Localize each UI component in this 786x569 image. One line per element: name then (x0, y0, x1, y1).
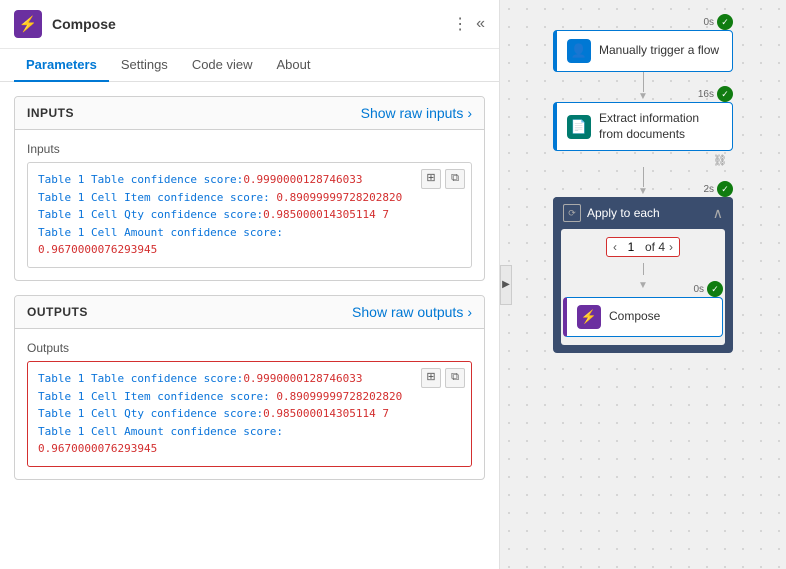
trigger-icon: 👤 (567, 39, 591, 63)
trigger-check: ✓ (717, 14, 733, 30)
right-panel: ▶ 0s ✓ 👤 Manually trigger a flow ▼ 16s ✓… (500, 0, 786, 569)
outputs-table-icon[interactable]: ⊞ (421, 368, 441, 388)
inputs-body: Inputs ⊞ ⧉ Table 1 Table confidence scor… (15, 130, 484, 280)
arrow-down-2: ▼ (638, 187, 648, 197)
compose-timing: 0s ✓ (693, 281, 723, 297)
panel-body: INPUTS Show raw inputs › Inputs ⊞ ⧉ Tabl… (0, 82, 499, 569)
compose-check: ✓ (707, 281, 723, 297)
inputs-code-text: Table 1 Table confidence score:0.9990000… (38, 171, 461, 259)
tab-about[interactable]: About (265, 49, 323, 82)
compose-node-icon: ⚡ (577, 305, 601, 329)
outputs-line-4: Table 1 Cell Amount confidence score: (38, 423, 461, 441)
extract-icon: 📄 (567, 115, 591, 139)
apply-each-title-group: ⟳ Apply to each (563, 204, 660, 222)
apply-each-header: ⟳ Apply to each ∧ (553, 197, 733, 229)
outputs-section: OUTPUTS Show raw outputs › Outputs ⊞ ⧉ T… (14, 295, 485, 480)
tab-settings[interactable]: Settings (109, 49, 180, 82)
pagination-next[interactable]: › (669, 240, 673, 254)
tab-code-view[interactable]: Code view (180, 49, 265, 82)
inputs-content-box: ⊞ ⧉ Table 1 Table confidence score:0.999… (27, 162, 472, 268)
apply-each-label: Apply to each (587, 206, 660, 220)
flow-container: 0s ✓ 👤 Manually trigger a flow ▼ 16s ✓ 📄… (543, 20, 743, 353)
inputs-field-label: Inputs (27, 142, 472, 156)
outputs-content-box: ⊞ ⧉ Table 1 Table confidence score:0.999… (27, 361, 472, 467)
inputs-line-5: 0.9670000076293945 (38, 241, 461, 259)
inputs-section: INPUTS Show raw inputs › Inputs ⊞ ⧉ Tabl… (14, 96, 485, 281)
panel-header: ⚡ Compose ⋮ « (0, 0, 499, 49)
arrow-down-1: ▼ (638, 92, 648, 102)
outputs-code-text: Table 1 Table confidence score:0.9990000… (38, 370, 461, 458)
extract-node: 16s ✓ 📄 Extract information from documen… (553, 102, 733, 151)
apply-each-body: ‹ of 4 › ▼ 0s ✓ ⚡ (561, 229, 725, 345)
outputs-line-2: Table 1 Cell Item confidence score: 0.89… (38, 388, 461, 406)
extract-card[interactable]: 📄 Extract information from documents (553, 102, 733, 151)
show-raw-outputs-link[interactable]: Show raw outputs › (352, 304, 472, 320)
compose-node-label: Compose (609, 309, 712, 325)
inputs-header: INPUTS Show raw inputs › (15, 97, 484, 130)
trigger-card[interactable]: 👤 Manually trigger a flow (553, 30, 733, 72)
apply-each-collapse-button[interactable]: ∧ (713, 205, 723, 222)
trigger-timing: 0s ✓ (703, 14, 733, 30)
apply-each-loop-icon: ⟳ (563, 204, 581, 222)
inputs-line-1: Table 1 Table confidence score:0.9990000… (38, 171, 461, 189)
tab-bar: Parameters Settings Code view About (0, 49, 499, 82)
inner-connector (643, 263, 644, 275)
compose-card[interactable]: ⚡ Compose (563, 297, 723, 337)
collapse-icon[interactable]: « (476, 15, 485, 33)
left-panel: ⚡ Compose ⋮ « Parameters Settings Code v… (0, 0, 500, 569)
menu-icon[interactable]: ⋮ (452, 14, 468, 34)
compose-icon: ⚡ (14, 10, 42, 38)
outputs-line-5: 0.9670000076293945 (38, 440, 461, 458)
pagination-control: ‹ of 4 › (606, 237, 680, 257)
connector-2 (643, 167, 644, 187)
outputs-line-3: Table 1 Cell Qty confidence score:0.9850… (38, 405, 461, 423)
extract-link-icon[interactable]: ⛓ (713, 154, 727, 167)
inputs-table-icon[interactable]: ⊞ (421, 169, 441, 189)
apply-each-container: ⟳ Apply to each ∧ ‹ of 4 › ▼ (553, 197, 733, 353)
outputs-line-1: Table 1 Table confidence score:0.9990000… (38, 370, 461, 388)
apply-each-node: 2s ✓ ⟳ Apply to each ∧ ‹ of 4 (553, 197, 733, 353)
inner-arrow: ▼ (638, 281, 648, 291)
chevron-right-icon: › (467, 105, 472, 121)
header-actions: ⋮ « (452, 14, 485, 34)
outputs-body: Outputs ⊞ ⧉ Table 1 Table confidence sco… (15, 329, 484, 479)
trigger-label: Manually trigger a flow (599, 43, 722, 59)
tab-parameters[interactable]: Parameters (14, 49, 109, 82)
pagination-total: of 4 (645, 240, 665, 254)
inputs-line-4: Table 1 Cell Amount confidence score: (38, 224, 461, 242)
pagination-input[interactable] (621, 240, 641, 254)
inputs-line-3: Table 1 Cell Qty confidence score:0.9850… (38, 206, 461, 224)
outputs-copy-icons: ⊞ ⧉ (421, 368, 465, 388)
inputs-title: INPUTS (27, 106, 74, 120)
inputs-copy-icon[interactable]: ⧉ (445, 169, 465, 189)
outputs-header: OUTPUTS Show raw outputs › (15, 296, 484, 329)
trigger-node: 0s ✓ 👤 Manually trigger a flow (553, 30, 733, 72)
extract-check: ✓ (717, 86, 733, 102)
extract-timing: 16s ✓ (698, 86, 733, 102)
show-raw-inputs-link[interactable]: Show raw inputs › (361, 105, 472, 121)
apply-each-timing: 2s ✓ (703, 181, 733, 197)
compose-inner-node: 0s ✓ ⚡ Compose (563, 297, 723, 337)
chevron-right-icon-outputs: › (467, 304, 472, 320)
collapse-panel-button[interactable]: ▶ (500, 265, 512, 305)
extract-label: Extract information from documents (599, 111, 722, 142)
outputs-field-label: Outputs (27, 341, 472, 355)
outputs-title: OUTPUTS (27, 305, 88, 319)
outputs-copy-icon[interactable]: ⧉ (445, 368, 465, 388)
panel-title: Compose (52, 16, 442, 32)
connector-1 (643, 72, 644, 92)
inputs-copy-icons: ⊞ ⧉ (421, 169, 465, 189)
inputs-line-2: Table 1 Cell Item confidence score: 0.89… (38, 189, 461, 207)
pagination-prev[interactable]: ‹ (613, 240, 617, 254)
apply-each-check: ✓ (717, 181, 733, 197)
